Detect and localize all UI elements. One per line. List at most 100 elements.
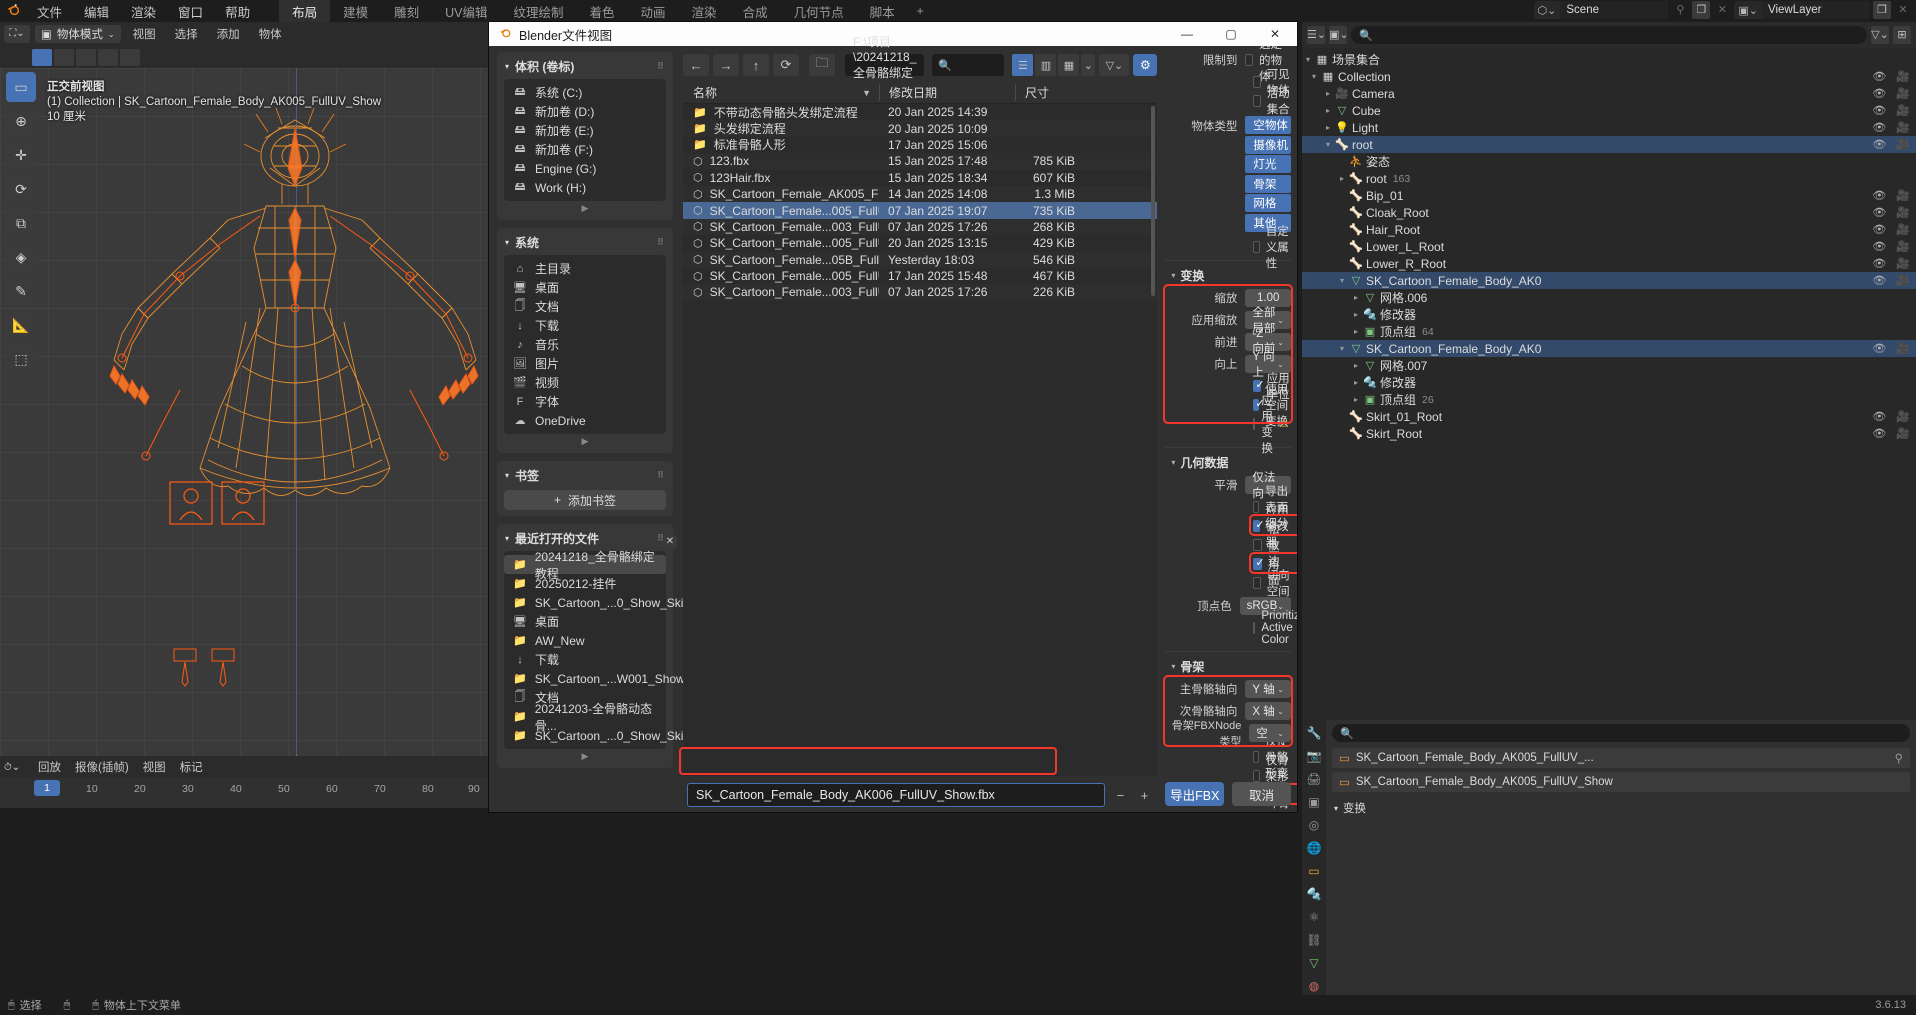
twisty-icon[interactable]: ▸ bbox=[1350, 327, 1362, 336]
proportional-edit-toggle[interactable] bbox=[76, 48, 96, 66]
camera-icon[interactable]: 🎥 bbox=[1896, 342, 1910, 355]
add-bookmark-button[interactable]: + 添加书签 bbox=[504, 490, 666, 510]
apply-transform-row[interactable]: 应用变换 ⚠ bbox=[1165, 395, 1291, 455]
eye-icon[interactable]: 👁 bbox=[1872, 240, 1886, 253]
render-icon[interactable]: 📷 bbox=[1307, 749, 1322, 763]
outliner-row-4[interactable]: ▾ 🦴 root 👁 🎥 bbox=[1302, 136, 1916, 153]
add-workspace-button[interactable]: + bbox=[908, 0, 933, 22]
modifier-tab-icon[interactable]: 🔩 bbox=[1307, 887, 1322, 901]
timeline-menu-marker[interactable]: 标记 bbox=[176, 759, 207, 775]
properties-section-transform[interactable]: ▾ 变换 bbox=[1332, 796, 1910, 820]
snap-toggle[interactable] bbox=[54, 48, 74, 66]
eye-icon[interactable]: 👁 bbox=[1872, 223, 1886, 236]
checkbox-icon[interactable] bbox=[1253, 621, 1256, 634]
timeline-menu-playback[interactable]: 回放 bbox=[34, 759, 65, 775]
copy-icon[interactable]: ❐ bbox=[1692, 1, 1711, 19]
tab-rendering[interactable]: 渲染 bbox=[679, 0, 730, 25]
tool-icon[interactable]: 🔧 bbox=[1307, 726, 1322, 740]
outliner-row-0[interactable]: ▾ ▦ Collection 👁 🎥 bbox=[1302, 68, 1916, 85]
camera-icon[interactable]: 🎥 bbox=[1896, 240, 1910, 253]
menu-help[interactable]: 帮助 bbox=[214, 0, 261, 24]
outliner-row-1[interactable]: ▸ 🎥 Camera 👁 🎥 bbox=[1302, 85, 1916, 102]
sidebar-item-4[interactable]: 📁 AW_New bbox=[504, 631, 666, 650]
physics-icon[interactable]: ⚛ bbox=[1309, 910, 1320, 924]
viewlayer-tab-icon[interactable]: ▣ bbox=[1308, 795, 1319, 809]
tab-modeling[interactable]: 建模 bbox=[330, 0, 381, 25]
filename-increment-button[interactable]: + bbox=[1135, 788, 1153, 803]
playhead[interactable]: 1 bbox=[34, 780, 60, 796]
outliner-row-2[interactable]: ▸ ▽ Cube 👁 🎥 bbox=[1302, 102, 1916, 119]
menu-window[interactable]: 窗口 bbox=[167, 0, 214, 24]
eye-icon[interactable]: 👁 bbox=[1872, 87, 1886, 100]
limit-active-collection[interactable]: 活动集合 bbox=[1165, 88, 1291, 116]
outliner-row-16[interactable]: ▾ ▽ SK_Cartoon_Female_Body_AK0 👁 🎥 bbox=[1302, 340, 1916, 357]
filename-input[interactable]: SK_Cartoon_Female_Body_AK006_FullUV_Show… bbox=[687, 783, 1106, 807]
export-fbx-button[interactable]: 导出FBX bbox=[1165, 782, 1225, 806]
sidebar-item-1[interactable]: 🖴 新加卷 (D:) bbox=[504, 102, 666, 121]
sidebar-item-2[interactable]: 🖴 新加卷 (E:) bbox=[504, 121, 666, 140]
checkbox-icon[interactable] bbox=[1253, 397, 1264, 411]
camera-icon[interactable]: 🎥 bbox=[1896, 206, 1910, 219]
camera-icon[interactable]: 🎥 bbox=[1896, 87, 1910, 100]
properties-editor[interactable]: 🔧 📷 🖨 ▣ ◎ 🌐 ▭ 🔩 ⚛ ⛓ ▽ ◍ 🔍 ▭ SK_Cartoon_F… bbox=[1302, 720, 1916, 995]
triangulate-row[interactable]: 三角面 bbox=[1165, 543, 1291, 587]
table-row[interactable]: 📁 不带动态骨骼头发绑定流程 20 Jan 2025 14:39 bbox=[683, 104, 1157, 120]
eye-icon[interactable]: 👁 bbox=[1872, 70, 1886, 83]
sidebar-item-9[interactable]: 📁 SK_Cartoon_...0_Show_Skin bbox=[504, 726, 690, 745]
filter-icon[interactable]: ▽⌄ bbox=[1871, 26, 1889, 44]
tab-shading[interactable]: 着色 bbox=[577, 0, 628, 25]
shading-toggle[interactable] bbox=[98, 48, 118, 66]
measure-icon[interactable]: 📐 bbox=[6, 310, 36, 340]
table-row[interactable]: ⬡ SK_Cartoon_Female...05B_FullUV_Show.fbx… bbox=[683, 251, 1158, 268]
recent-clear-icon[interactable]: ✕ bbox=[663, 535, 677, 549]
sidebar-item-3[interactable]: ↓ 下载 bbox=[504, 316, 666, 335]
sidebar-item-4[interactable]: 🖴 Engine (G:) bbox=[504, 159, 666, 178]
object-type-1[interactable]: 摄像机 bbox=[1245, 135, 1291, 154]
file-view-window[interactable]: Blender文件视图 — ▢ ✕ ▾ 体积 (卷标) ⠿ 🖴 系统 (C:) 🖴 新… bbox=[489, 22, 1297, 812]
move-icon[interactable]: ✛ bbox=[6, 140, 36, 170]
blender-logo-icon[interactable] bbox=[0, 2, 26, 20]
checkbox-icon[interactable] bbox=[1253, 500, 1260, 513]
viewport-menu-object[interactable]: 物体 bbox=[252, 26, 289, 42]
path-input[interactable]: F:\项目\20241218_全骨骼绑定教程\ bbox=[845, 35, 925, 97]
menu-render[interactable]: 渲染 bbox=[120, 0, 167, 24]
outliner-row-21[interactable]: 🦴 Skirt_Root 👁 🎥 bbox=[1302, 425, 1916, 442]
viewport-menu-add[interactable]: 添加 bbox=[210, 26, 247, 42]
properties-search-input[interactable]: 🔍 bbox=[1332, 724, 1910, 742]
checkbox-icon[interactable] bbox=[1253, 518, 1265, 532]
volumes-header[interactable]: ▾ 体积 (卷标) ⠿ bbox=[497, 56, 673, 79]
apply-modifiers-row[interactable]: 应用修改器 bbox=[1165, 505, 1291, 549]
outliner-row-9[interactable]: 🦴 Hair_Root 👁 🎥 bbox=[1302, 221, 1916, 238]
outliner-row-14[interactable]: ▸ 🔩 修改器 bbox=[1302, 306, 1916, 323]
camera-icon[interactable]: 🎥 bbox=[1896, 410, 1910, 423]
table-row[interactable]: ⬡ SK_Cartoon_Female...005_FullUV_Show.fbx… bbox=[683, 235, 1157, 251]
timeline-editor-icon[interactable]: ⏱⌄ bbox=[4, 759, 28, 776]
twisty-icon[interactable]: ▸ bbox=[1350, 395, 1362, 404]
eye-icon[interactable]: 👁 bbox=[1872, 257, 1886, 270]
sidebar-item-0[interactable]: ⌂ 主目录 bbox=[504, 259, 666, 278]
cursor-icon[interactable]: ⊕ bbox=[6, 106, 36, 136]
output-icon[interactable]: 🖨 bbox=[1306, 772, 1321, 786]
pin-icon[interactable]: ⚲ bbox=[1895, 751, 1903, 765]
breadcrumb[interactable]: ▭ SK_Cartoon_Female_Body_AK005_FullUV_..… bbox=[1332, 748, 1910, 768]
sidebar-item-8[interactable]: 📁 20241203-全骨骼动态骨... bbox=[504, 702, 666, 733]
eye-icon[interactable]: 👁 bbox=[1872, 206, 1886, 219]
column-view-icon[interactable]: ▥ bbox=[1035, 54, 1057, 76]
gear-icon[interactable]: ⚙ bbox=[1133, 54, 1158, 76]
checkbox-icon[interactable] bbox=[1253, 556, 1264, 570]
constraint-icon[interactable]: ⛓ bbox=[1306, 933, 1321, 947]
sidebar-item-3[interactable]: 🖴 新加卷 (F:) bbox=[504, 140, 666, 159]
add-cube-icon[interactable]: ⬚ bbox=[6, 344, 36, 374]
twisty-icon[interactable]: ▸ bbox=[1350, 293, 1362, 302]
camera-icon[interactable]: 🎥 bbox=[1896, 70, 1910, 83]
checkbox-icon[interactable] bbox=[1253, 75, 1261, 88]
checkbox-icon[interactable] bbox=[1253, 769, 1260, 782]
twisty-icon[interactable]: ▾ bbox=[1322, 140, 1334, 149]
sidebar-item-6[interactable]: 🎬 视频 bbox=[504, 373, 666, 392]
timeline-body[interactable]: 10 20 30 40 50 60 70 80 90 1 bbox=[0, 778, 490, 808]
outliner-row-11[interactable]: 🦴 Lower_R_Root 👁 🎥 bbox=[1302, 255, 1916, 272]
eye-icon[interactable]: 👁 bbox=[1872, 274, 1886, 287]
sidebar-item-5[interactable]: ↓ 下载 bbox=[504, 650, 666, 669]
tab-scripting[interactable]: 脚本 bbox=[857, 0, 908, 25]
camera-icon[interactable]: 🎥 bbox=[1896, 189, 1910, 202]
